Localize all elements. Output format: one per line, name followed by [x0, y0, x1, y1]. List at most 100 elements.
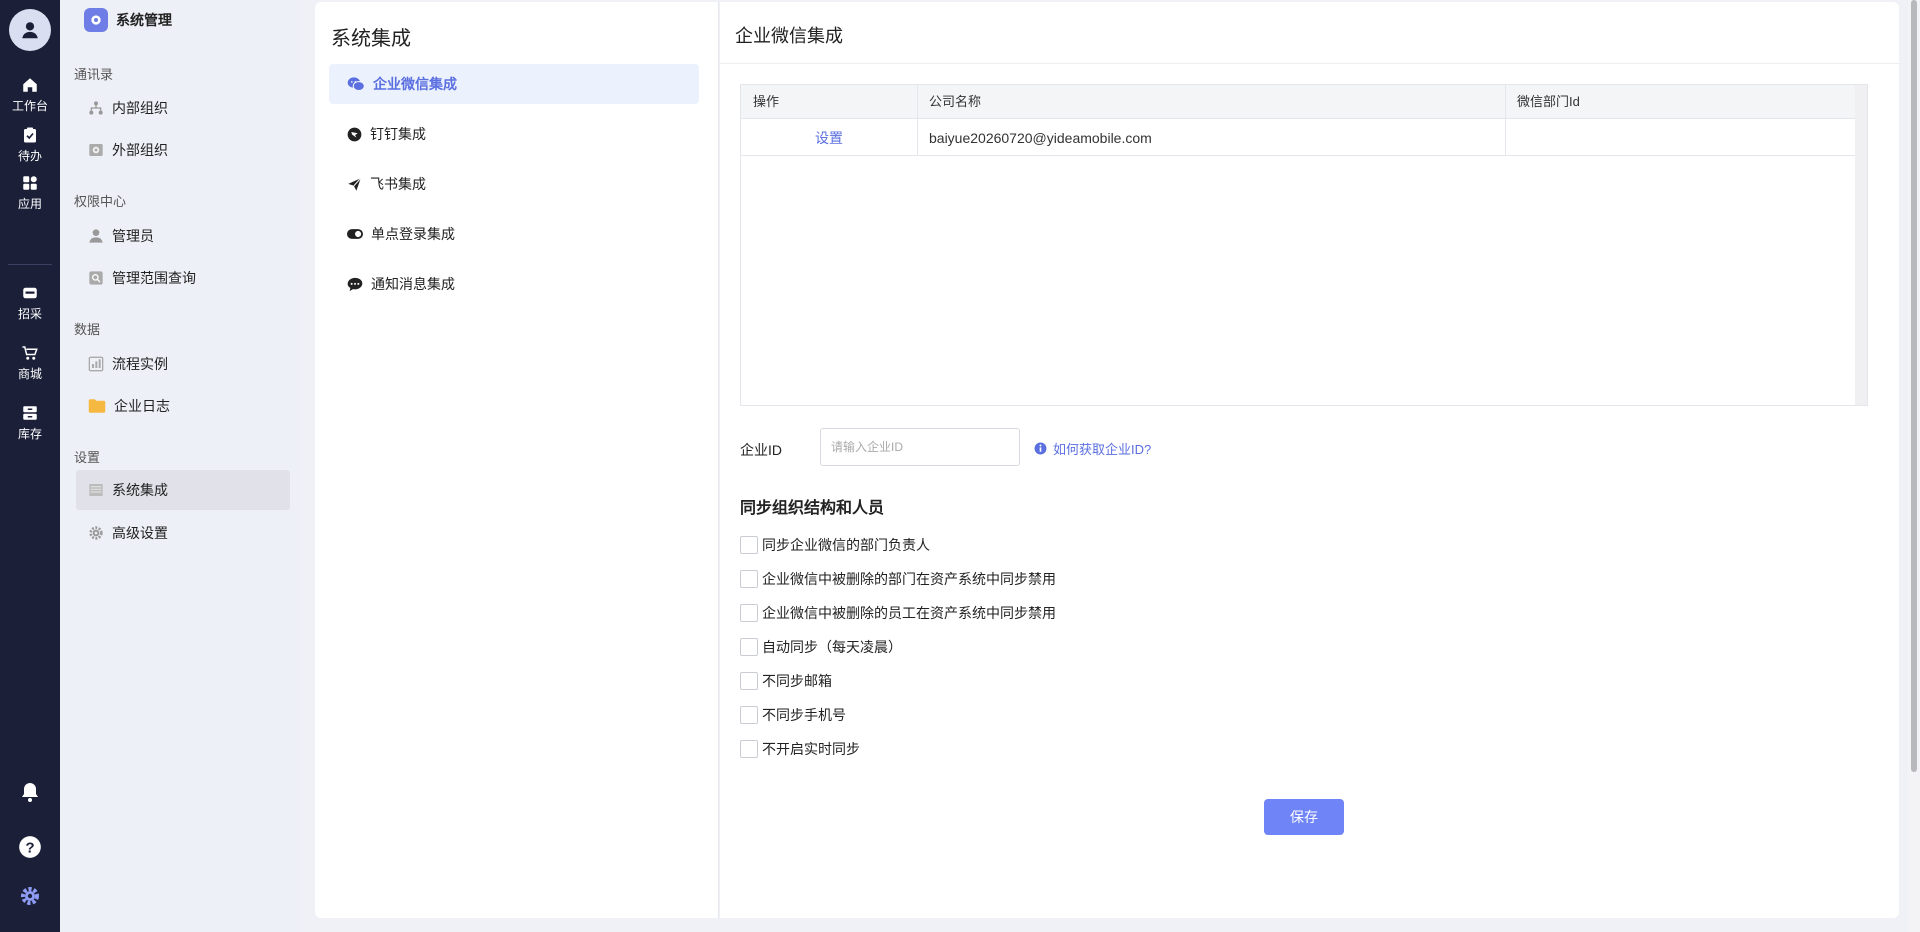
rail-item-label: 商城	[17, 367, 42, 381]
rail-item-label: 应用	[17, 197, 42, 211]
integration-item-dingtalk[interactable]: 钉钉集成	[329, 114, 699, 154]
sync-option-no-realtime[interactable]: 不开启实时同步	[740, 739, 860, 759]
rail-settings[interactable]	[0, 884, 60, 908]
checkbox[interactable]	[740, 536, 758, 554]
column-header-company: 公司名称	[929, 94, 982, 109]
rail-item-inventory[interactable]: 库存	[0, 404, 60, 442]
integration-item-label: 单点登录集成	[371, 226, 455, 242]
cart-icon	[22, 346, 38, 360]
sidebar-item-admins[interactable]: 管理员	[76, 216, 290, 256]
integration-item-sso[interactable]: 单点登录集成	[329, 214, 699, 254]
sidebar-item-label: 管理范围查询	[112, 270, 196, 286]
sidebar-item-scope-query[interactable]: 管理范围查询	[76, 258, 290, 298]
group-title-settings: 设置	[74, 450, 101, 465]
sync-option-disable-deleted-dept[interactable]: 企业微信中被删除的部门在资产系统中同步禁用	[740, 569, 1056, 589]
integration-item-notifications[interactable]: 通知消息集成	[329, 264, 699, 304]
sync-option-skip-phone[interactable]: 不同步手机号	[740, 705, 846, 725]
admin-user-icon	[89, 229, 103, 243]
rail-item-apps[interactable]: 应用	[0, 174, 60, 212]
sidebar-brand-label: 系统管理	[116, 12, 172, 28]
message-icon	[347, 277, 363, 291]
settings-icon	[21, 887, 39, 905]
group-title-contacts: 通讯录	[74, 67, 114, 82]
corp-id-help-link[interactable]: 如何获取企业ID?	[1034, 439, 1151, 458]
external-org-icon	[89, 144, 103, 156]
sidebar-item-label: 企业日志	[114, 398, 170, 414]
checkbox-label: 不同步手机号	[762, 707, 846, 723]
row-settings-link[interactable]: 设置	[741, 120, 917, 156]
save-button[interactable]: 保存	[1264, 799, 1344, 835]
checkbox[interactable]	[740, 672, 758, 690]
rail-item-todo[interactable]: 待办	[0, 126, 60, 164]
home-icon	[23, 78, 37, 92]
rail-item-label: 库存	[17, 427, 42, 441]
sidebar-item-label: 流程实例	[112, 356, 168, 372]
checkbox-label: 企业微信中被删除的部门在资产系统中同步禁用	[762, 571, 1056, 587]
cell-dept-id	[1505, 120, 1855, 156]
column-header-action: 操作	[753, 94, 780, 109]
group-title-data: 数据	[74, 322, 101, 337]
corp-id-input[interactable]	[820, 428, 1020, 466]
sidebar-item-system-integration[interactable]: 系统集成	[76, 470, 290, 510]
checkbox-label: 不同步邮箱	[762, 673, 832, 689]
title-divider	[720, 63, 1899, 64]
rail-help[interactable]: ?	[0, 834, 60, 860]
checkbox-label: 同步企业微信的部门负责人	[762, 537, 930, 553]
rail-item-label: 招采	[17, 307, 42, 321]
sidebar-item-external-org[interactable]: 外部组织	[76, 130, 290, 170]
wechat-work-icon	[347, 77, 365, 92]
inventory-icon	[23, 406, 37, 420]
rail-divider	[8, 264, 52, 265]
sidebar-item-process-instances[interactable]: 流程实例	[76, 344, 290, 384]
checkbox[interactable]	[740, 706, 758, 724]
sidebar-item-advanced-settings[interactable]: 高级设置	[76, 513, 290, 553]
folder-icon	[88, 399, 106, 413]
rail-notifications[interactable]	[0, 780, 60, 804]
checkbox-label: 企业微信中被删除的员工在资产系统中同步禁用	[762, 605, 1056, 621]
rail-item-procurement[interactable]: 招采	[0, 284, 60, 322]
rail-item-label: 待办	[17, 149, 42, 163]
column-header-dept-id: 微信部门Id	[1517, 94, 1580, 109]
sync-option-skip-email[interactable]: 不同步邮箱	[740, 671, 832, 691]
integration-item-label: 飞书集成	[370, 176, 426, 192]
search-scope-icon	[89, 271, 103, 285]
group-title-permissions: 权限中心	[74, 194, 127, 209]
integration-item-feishu[interactable]: 飞书集成	[329, 164, 699, 204]
checkbox[interactable]	[740, 604, 758, 622]
feishu-icon	[348, 177, 362, 191]
org-tree-icon	[89, 101, 103, 115]
integration-icon	[89, 484, 103, 496]
rail-item-workbench[interactable]: 工作台	[0, 76, 60, 114]
toggle-icon	[347, 229, 363, 239]
sidebar-item-label: 管理员	[112, 228, 154, 244]
checkbox[interactable]	[740, 740, 758, 758]
sync-option-auto-sync[interactable]: 自动同步（每天凌晨）	[740, 637, 902, 657]
integration-item-label: 企业微信集成	[373, 76, 457, 92]
scrollbar-thumb[interactable]	[1911, 0, 1917, 772]
sync-option-dept-leader[interactable]: 同步企业微信的部门负责人	[740, 535, 930, 555]
rail-item-mall[interactable]: 商城	[0, 344, 60, 382]
sidebar-item-label: 外部组织	[112, 142, 168, 158]
checkbox[interactable]	[740, 570, 758, 588]
help-link-label: 如何获取企业ID?	[1053, 442, 1152, 457]
sync-option-disable-deleted-employee[interactable]: 企业微信中被删除的员工在资产系统中同步禁用	[740, 603, 1056, 623]
sidebar-item-label: 系统集成	[112, 482, 168, 498]
sidebar-item-enterprise-log[interactable]: 企业日志	[76, 386, 290, 426]
wechat-work-integration-panel: 企业微信集成 操作 公司名称 微信部门Id 设置 baiyue20260720@…	[720, 2, 1899, 918]
sidebar-item-label: 内部组织	[112, 100, 168, 116]
sidebar-item-internal-org[interactable]: 内部组织	[76, 88, 290, 128]
svg-text:?: ?	[25, 839, 34, 856]
column-divider	[1505, 85, 1506, 156]
sync-section-title: 同步组织结构和人员	[740, 500, 885, 517]
page-scrollbar[interactable]	[1908, 0, 1920, 932]
checkbox-label: 不开启实时同步	[762, 741, 860, 757]
integration-item-wechat-work[interactable]: 企业微信集成	[329, 64, 699, 104]
avatar[interactable]	[9, 9, 51, 51]
checkbox[interactable]	[740, 638, 758, 656]
info-icon	[1034, 442, 1047, 455]
panel-title: 系统集成	[331, 28, 411, 50]
table-row: 设置 baiyue20260720@yideamobile.com	[741, 120, 1855, 156]
rail-item-label: 工作台	[11, 99, 48, 113]
system-admin-logo-icon	[84, 8, 108, 32]
table-scrollbar[interactable]	[1855, 85, 1867, 405]
